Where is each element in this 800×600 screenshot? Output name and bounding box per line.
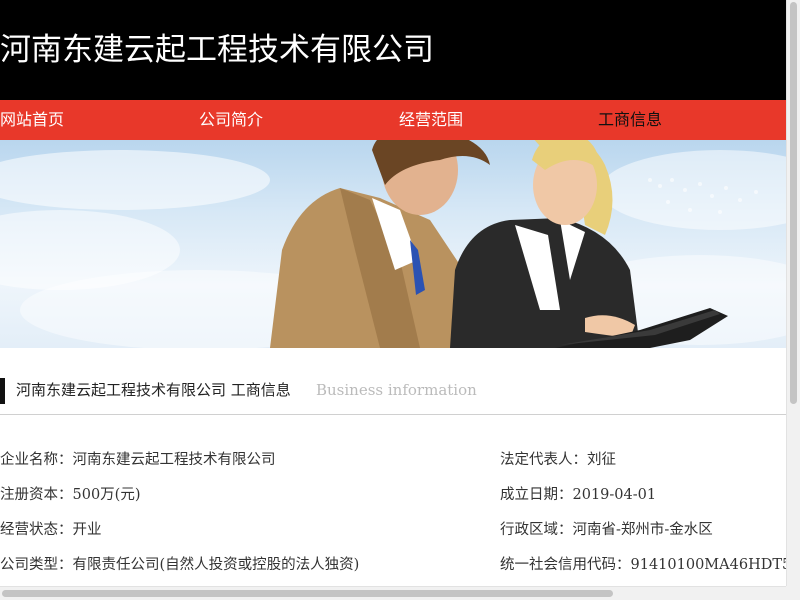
legal-rep-value: 刘征 [587,452,616,468]
status-value: 开业 [72,522,102,538]
section-accent-bar [0,378,5,404]
status-field: 经营状态：开业 [0,518,102,542]
business-people-photo [0,140,786,348]
capital-value: 500万(元) [72,487,141,503]
status-label: 经营状态： [0,522,73,538]
info-row-3: 经营状态：开业 行政区域：河南省-郑州市-金水区 [0,518,786,542]
horizontal-scroll-thumb[interactable] [2,590,613,597]
legal-rep-field: 法定代表人：刘征 [500,448,616,472]
info-row-1: 企业名称：河南东建云起工程技术有限公司 法定代表人：刘征 [0,448,786,472]
company-type-value: 有限责任公司(自然人投资或控股的法人独资) [72,557,360,573]
capital-label: 注册资本： [0,487,73,503]
established-label: 成立日期： [500,487,573,503]
vertical-scrollbar[interactable] [786,0,800,588]
nav-item-business-scope[interactable]: 经营范围 [399,100,463,140]
capital-field: 注册资本：500万(元) [0,483,141,507]
legal-rep-label: 法定代表人： [500,452,587,468]
section-title: 河南东建云起工程技术有限公司 工商信息 [16,381,291,399]
established-value: 2019-04-01 [572,487,657,503]
main-nav: 网站首页 公司简介 经营范围 工商信息 [0,100,786,140]
info-row-4: 公司类型：有限责任公司(自然人投资或控股的法人独资) 统一社会信用代码：9141… [0,553,786,577]
credit-code-field: 统一社会信用代码：91410100MA46HDT53N [500,553,786,577]
site-header: 河南东建云起工程技术有限公司 [0,0,786,100]
company-type-label: 公司类型： [0,557,73,573]
credit-code-value: 91410100MA46HDT53N [630,557,787,573]
nav-item-business-info[interactable]: 工商信息 [598,100,662,140]
info-row-2: 注册资本：500万(元) 成立日期：2019-04-01 [0,483,786,507]
banner-image [0,140,786,348]
region-value: 河南省-郑州市-金水区 [572,522,713,538]
section-subtitle: Business information [316,381,477,399]
horizontal-scrollbar[interactable] [0,586,800,600]
vertical-scroll-thumb[interactable] [790,2,797,404]
nav-item-about[interactable]: 公司简介 [199,100,263,140]
region-label: 行政区域： [500,522,573,538]
site-title: 河南东建云起工程技术有限公司 [0,32,434,68]
credit-code-label: 统一社会信用代码： [500,557,631,573]
company-name-field: 企业名称：河南东建云起工程技术有限公司 [0,448,276,472]
company-name-label: 企业名称： [0,452,73,468]
company-name-value: 河南东建云起工程技术有限公司 [72,452,276,468]
established-field: 成立日期：2019-04-01 [500,483,656,507]
company-type-field: 公司类型：有限责任公司(自然人投资或控股的法人独资) [0,553,359,577]
scrollbar-corner [786,586,800,600]
region-field: 行政区域：河南省-郑州市-金水区 [500,518,713,542]
section-header: 河南东建云起工程技术有限公司 工商信息 Business information [0,376,786,415]
nav-item-home[interactable]: 网站首页 [0,100,64,140]
